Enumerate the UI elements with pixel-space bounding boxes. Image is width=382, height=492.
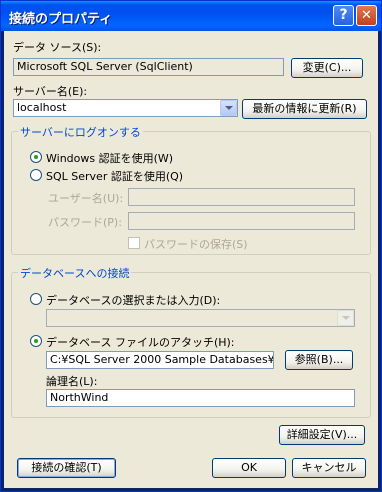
title-bar[interactable]: 接続のプロパティ ? ✕ — [1, 1, 381, 31]
browse-button[interactable]: 参照(B)... — [285, 350, 353, 370]
file-path-field[interactable]: C:¥SQL Server 2000 Sample Databases¥NC — [46, 351, 274, 369]
windows-auth-label[interactable]: Windows 認証を使用(W) — [46, 150, 173, 166]
chevron-down-icon — [225, 106, 233, 110]
password-field[interactable] — [128, 212, 355, 230]
attach-file-radio[interactable] — [30, 335, 42, 347]
username-label: ユーザー名(U): — [48, 192, 124, 205]
logical-name-field[interactable]: NorthWind — [46, 389, 355, 407]
data-source-field: Microsoft SQL Server (SqlClient) — [13, 58, 284, 76]
select-database-radio[interactable] — [30, 293, 42, 305]
change-button[interactable]: 変更(C)... — [291, 58, 363, 78]
windows-auth-radio[interactable] — [30, 151, 42, 163]
ok-button[interactable]: OK — [212, 458, 286, 478]
data-source-label: データ ソース(S): — [13, 41, 102, 54]
advanced-button[interactable]: 詳細設定(V)... — [279, 425, 365, 445]
cancel-button[interactable]: キャンセル — [292, 458, 366, 478]
database-group-title: データベースへの接続 — [18, 265, 132, 281]
connection-properties-dialog: 接続のプロパティ ? ✕ データ ソース(S): Microsoft SQL S… — [0, 0, 382, 492]
save-password-label[interactable]: パスワードの保存(S) — [144, 236, 248, 252]
refresh-button[interactable]: 最新の情報に更新(R) — [242, 99, 367, 119]
logical-name-label: 論理名(L): — [46, 375, 98, 388]
sql-auth-label[interactable]: SQL Server 認証を使用(Q) — [46, 168, 183, 184]
test-connection-button[interactable]: 接続の確認(T) — [17, 458, 116, 478]
server-dropdown-button[interactable] — [220, 100, 237, 116]
save-password-checkbox[interactable] — [128, 237, 140, 249]
username-field[interactable] — [128, 188, 355, 206]
close-button[interactable]: ✕ — [356, 5, 377, 26]
help-button[interactable]: ? — [333, 5, 354, 26]
password-label: パスワード(P): — [48, 216, 122, 229]
select-database-label[interactable]: データベースの選択または入力(D): — [46, 292, 220, 308]
server-name-label: サーバー名(E): — [13, 85, 88, 98]
database-dropdown-button[interactable] — [337, 310, 354, 326]
server-name-combobox[interactable]: localhost — [13, 99, 238, 117]
sql-auth-radio[interactable] — [30, 169, 42, 181]
logon-group-title: サーバーにログオンする — [18, 124, 143, 140]
chevron-down-icon — [342, 316, 350, 320]
window-title: 接続のプロパティ — [9, 12, 113, 27]
database-name-combobox[interactable] — [46, 309, 355, 327]
dialog-body: データ ソース(S): Microsoft SQL Server (SqlCli… — [4, 31, 378, 488]
attach-file-label[interactable]: データベース ファイルのアタッチ(H): — [46, 334, 235, 350]
